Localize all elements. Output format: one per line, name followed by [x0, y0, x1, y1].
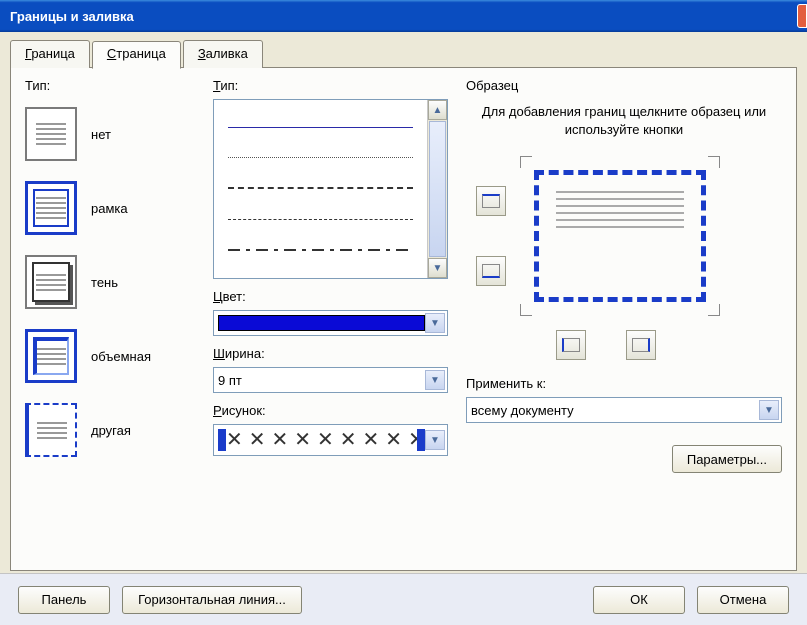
apply-to-value: всему документу: [471, 401, 759, 419]
titlebar: Границы и заливка: [0, 0, 807, 32]
chevron-down-icon[interactable]: ▼: [425, 370, 445, 390]
tab-border[interactable]: Граница: [10, 40, 90, 68]
left-border-toggles: [476, 186, 506, 286]
horizontal-line-button[interactable]: Горизонтальная линия...: [122, 586, 302, 614]
toolbar-button[interactable]: Панель: [18, 586, 110, 614]
tab-panel: Тип: нет рамка: [10, 67, 797, 571]
apply-to-row: Применить к: всему документу ▼: [466, 376, 782, 433]
dialog-window: Границы и заливка Граница Страница Залив…: [0, 0, 807, 625]
corner-marker-icon: [708, 304, 720, 316]
toggle-left-border[interactable]: [556, 330, 586, 360]
toggle-right-border[interactable]: [626, 330, 656, 360]
setting-label: Тип:: [25, 78, 195, 93]
preview-column: Образец Для добавления границ щелкните о…: [466, 78, 782, 560]
line-style-dashdot[interactable]: [228, 249, 413, 251]
dialog-body: Граница Страница Заливка Тип: нет: [0, 32, 807, 573]
dialog-footer: Панель Горизонтальная линия... ОК Отмена: [0, 573, 807, 625]
setting-shadow-icon: [25, 255, 77, 309]
apply-to-label: Применить к:: [466, 376, 782, 391]
setting-column: Тип: нет рамка: [25, 78, 195, 560]
scroll-thumb[interactable]: [429, 121, 446, 257]
corner-marker-icon: [520, 304, 532, 316]
art-swatch: [218, 429, 425, 451]
line-style-dash-thin[interactable]: [228, 219, 413, 220]
preview-hint: Для добавления границ щелкните образец и…: [466, 103, 782, 138]
tab-shading[interactable]: Заливка: [183, 40, 263, 68]
width-combo[interactable]: 9 пт ▼: [213, 367, 448, 393]
corner-marker-icon: [520, 156, 532, 168]
line-style-dotted[interactable]: [228, 157, 413, 158]
setting-3d-icon: [25, 329, 77, 383]
width-value: 9 пт: [218, 371, 425, 389]
tab-strip: Граница Страница Заливка: [10, 40, 797, 68]
apply-to-combo[interactable]: всему документу ▼: [466, 397, 782, 423]
line-style-solid[interactable]: [228, 127, 413, 128]
bottom-border-toggles: [556, 330, 782, 360]
color-swatch: [218, 315, 425, 331]
style-options: [214, 100, 427, 278]
toggle-bottom-border[interactable]: [476, 256, 506, 286]
setting-none-icon: [25, 107, 77, 161]
scroll-up-icon[interactable]: ▲: [428, 100, 447, 120]
line-style-dashed[interactable]: [228, 187, 413, 189]
style-column: Тип: ▲ ▼ Цвет:: [213, 78, 448, 560]
setting-3d[interactable]: объемная: [25, 329, 195, 383]
setting-list: нет рамка тень: [25, 107, 195, 457]
close-icon[interactable]: [797, 4, 807, 28]
preview-area: [476, 156, 782, 316]
ok-button[interactable]: ОК: [593, 586, 685, 614]
style-listbox[interactable]: ▲ ▼: [213, 99, 448, 279]
setting-box-icon: [25, 181, 77, 235]
preview-page-content: [556, 186, 684, 286]
setting-shadow[interactable]: тень: [25, 255, 195, 309]
options-button[interactable]: Параметры...: [672, 445, 782, 473]
style-scrollbar[interactable]: ▲ ▼: [427, 100, 447, 278]
art-label: Рисунок:: [213, 403, 448, 418]
color-combo[interactable]: ▼: [213, 310, 448, 336]
chevron-down-icon[interactable]: ▼: [425, 313, 445, 333]
width-label: Ширина:: [213, 346, 448, 361]
chevron-down-icon[interactable]: ▼: [425, 430, 445, 450]
tab-page[interactable]: Страница: [92, 41, 181, 69]
preview-box[interactable]: [520, 156, 720, 316]
setting-box[interactable]: рамка: [25, 181, 195, 235]
setting-custom[interactable]: другая: [25, 403, 195, 457]
scroll-down-icon[interactable]: ▼: [428, 258, 447, 278]
window-title: Границы и заливка: [10, 9, 134, 24]
preview-label: Образец: [466, 78, 782, 93]
style-label: Тип:: [213, 78, 448, 93]
color-label: Цвет:: [213, 289, 448, 304]
setting-custom-icon: [25, 403, 77, 457]
toggle-top-border[interactable]: [476, 186, 506, 216]
art-combo[interactable]: ▼: [213, 424, 448, 456]
setting-none[interactable]: нет: [25, 107, 195, 161]
cancel-button[interactable]: Отмена: [697, 586, 789, 614]
chevron-down-icon[interactable]: ▼: [759, 400, 779, 420]
corner-marker-icon: [708, 156, 720, 168]
